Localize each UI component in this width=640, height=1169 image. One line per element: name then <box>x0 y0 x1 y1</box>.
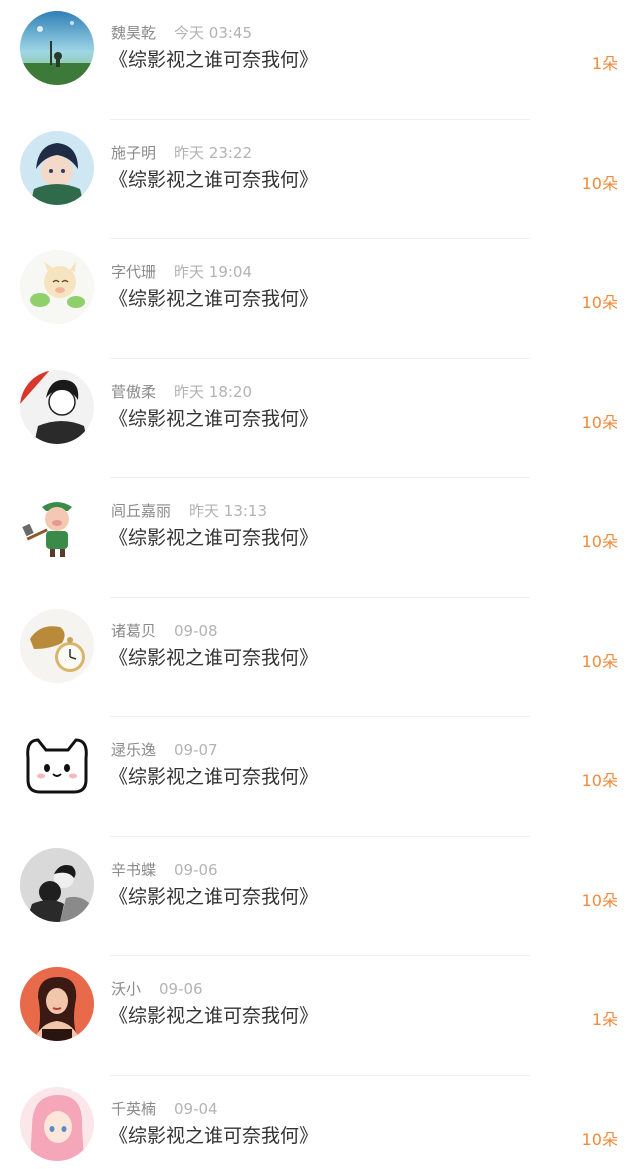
timestamp: 09-07 <box>174 741 218 759</box>
timestamp: 09-08 <box>174 621 218 640</box>
timestamp: 09-06 <box>159 980 203 998</box>
item-meta: 千英楠 09-04 <box>111 1098 218 1120</box>
book-title[interactable]: 《综影视之谁可奈我何》 <box>109 166 318 194</box>
book-title[interactable]: 《综影视之谁可奈我何》 <box>109 405 318 433</box>
manga-boy-avatar-icon[interactable] <box>20 369 94 444</box>
anime-boy-avatar-icon[interactable] <box>20 130 94 205</box>
gift-count: 10朵 <box>581 532 618 551</box>
book-title[interactable]: 《综影视之谁可奈我何》 <box>109 1122 318 1150</box>
list-item[interactable]: 施子明 昨天 23:22 《综影视之谁可奈我何》 10朵 <box>0 120 640 240</box>
item-meta: 字代珊 昨天 19:04 <box>111 261 252 283</box>
user-name[interactable]: 字代珊 <box>111 263 156 281</box>
user-name[interactable]: 沃小 <box>111 980 141 998</box>
user-name[interactable]: 施子明 <box>111 144 156 162</box>
gift-count: 10朵 <box>581 412 618 432</box>
book-title[interactable]: 《综影视之谁可奈我何》 <box>109 763 318 791</box>
book-title[interactable]: 《综影视之谁可奈我何》 <box>109 1002 318 1030</box>
book-title[interactable]: 《综影视之谁可奈我何》 <box>109 46 318 74</box>
gift-count: 10朵 <box>581 890 618 910</box>
pocket-watch-avatar-icon[interactable] <box>20 608 94 683</box>
gift-record-list: 魏昊乾 今天 03:45 《综影视之谁可奈我何》 1朵 施子明 昨天 23:22 《… <box>0 0 640 1169</box>
list-item[interactable]: 魏昊乾 今天 03:45 《综影视之谁可奈我何》 1朵 <box>0 0 640 120</box>
timestamp: 昨天 19:04 <box>174 263 253 281</box>
gift-count: 1朵 <box>591 1010 618 1029</box>
user-name[interactable]: 辛书蝶 <box>111 861 156 879</box>
list-item[interactable]: 闾丘嘉丽 昨天 13:13 《综影视之谁可奈我何》 10朵 <box>0 478 640 598</box>
item-meta: 沃小 09-06 <box>111 978 203 1000</box>
item-meta: 闾丘嘉丽 昨天 13:13 <box>111 500 267 522</box>
user-name[interactable]: 千英楠 <box>111 1100 156 1118</box>
timestamp: 09-04 <box>174 1099 218 1118</box>
list-item[interactable]: 菅傲柔 昨天 18:20 《综影视之谁可奈我何》 10朵 <box>0 359 640 479</box>
gift-count: 10朵 <box>581 1129 618 1149</box>
user-name[interactable]: 闾丘嘉丽 <box>111 502 171 520</box>
list-item[interactable]: 逯乐逸 09-07 《综影视之谁可奈我何》 10朵 <box>0 717 640 837</box>
cute-cat-avatar-icon[interactable] <box>20 728 94 802</box>
book-title[interactable]: 《综影视之谁可奈我何》 <box>109 524 318 552</box>
book-title[interactable]: 《综影视之谁可奈我何》 <box>109 883 318 911</box>
cartoon-pig-leaves-avatar-icon[interactable] <box>20 250 94 324</box>
item-meta: 魏昊乾 今天 03:45 <box>111 22 252 44</box>
list-item[interactable]: 千英楠 09-04 《综影视之谁可奈我何》 10朵 <box>0 1076 640 1169</box>
gift-count: 10朵 <box>581 293 618 312</box>
timestamp: 今天 03:45 <box>174 24 253 42</box>
pink-hair-girl-avatar-icon[interactable] <box>20 1086 94 1161</box>
gift-count: 10朵 <box>581 771 618 790</box>
user-name[interactable]: 魏昊乾 <box>111 24 156 42</box>
list-item[interactable]: 诸葛贝 09-08 《综影视之谁可奈我何》 10朵 <box>0 598 640 718</box>
list-item[interactable]: 字代珊 昨天 19:04 《综影视之谁可奈我何》 10朵 <box>0 239 640 359</box>
gift-count: 1朵 <box>591 54 618 73</box>
pig-with-hammer-avatar-icon[interactable] <box>20 489 94 563</box>
book-title[interactable]: 《综影视之谁可奈我何》 <box>109 644 318 672</box>
book-title[interactable]: 《综影视之谁可奈我何》 <box>109 285 318 313</box>
timestamp: 昨天 23:22 <box>174 143 253 162</box>
bw-couple-avatar-icon[interactable] <box>20 847 94 922</box>
list-item[interactable]: 辛书蝶 09-06 《综影视之谁可奈我何》 10朵 <box>0 837 640 957</box>
item-meta: 逯乐逸 09-07 <box>111 739 218 761</box>
girl-portrait-avatar-icon[interactable] <box>20 967 94 1041</box>
timestamp: 昨天 18:20 <box>174 382 253 401</box>
gift-count: 10朵 <box>581 651 618 671</box>
landscape-avatar-icon[interactable] <box>20 11 94 85</box>
item-meta: 诸葛贝 09-08 <box>111 620 218 642</box>
item-meta: 施子明 昨天 23:22 <box>111 142 252 164</box>
gift-count: 10朵 <box>581 173 618 193</box>
user-name[interactable]: 逯乐逸 <box>111 741 156 759</box>
item-meta: 辛书蝶 09-06 <box>111 859 218 881</box>
user-name[interactable]: 菅傲柔 <box>111 383 156 401</box>
list-item[interactable]: 沃小 09-06 《综影视之谁可奈我何》 1朵 <box>0 956 640 1076</box>
timestamp: 昨天 13:13 <box>189 502 268 520</box>
user-name[interactable]: 诸葛贝 <box>111 622 156 640</box>
item-meta: 菅傲柔 昨天 18:20 <box>111 381 252 403</box>
timestamp: 09-06 <box>174 860 218 879</box>
